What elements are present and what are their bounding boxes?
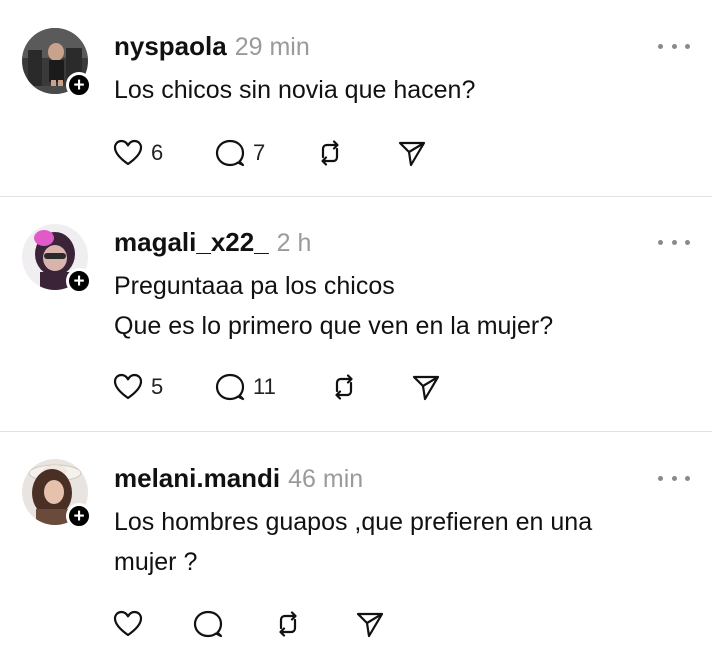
send-icon — [356, 612, 384, 638]
heart-icon — [113, 139, 143, 166]
repost-button[interactable] — [272, 607, 304, 641]
repost-icon — [335, 374, 353, 400]
username-row: nyspaola 29 min — [114, 31, 310, 62]
like-count: 5 — [151, 374, 164, 399]
username-row: melani.mandi 46 min — [114, 463, 363, 494]
plus-icon[interactable]: + — [66, 268, 92, 294]
avatar-wrap[interactable]: + — [22, 459, 92, 529]
repost-button[interactable] — [314, 136, 346, 170]
comment-bubble-icon — [193, 610, 223, 638]
more-options-icon[interactable] — [658, 237, 690, 247]
share-button[interactable] — [354, 607, 386, 641]
send-icon — [398, 141, 426, 167]
username[interactable]: melani.mandi — [114, 463, 280, 493]
action-bar — [112, 607, 392, 641]
action-bar: 5 11 — [112, 370, 452, 404]
reply-button[interactable]: 11 — [214, 370, 276, 404]
post-text: Los chicos sin novia que hacen? — [114, 76, 476, 104]
reply-button[interactable]: 7 — [214, 136, 265, 170]
reply-button[interactable] — [192, 607, 224, 641]
avatar-wrap[interactable]: + — [22, 28, 92, 98]
share-button[interactable] — [410, 370, 442, 404]
plus-icon[interactable]: + — [66, 72, 92, 98]
post-time: 46 min — [288, 465, 364, 493]
username-row: magali_x22_ 2 h — [114, 227, 311, 258]
like-count: 6 — [151, 140, 164, 165]
share-button[interactable] — [396, 136, 428, 170]
like-button[interactable]: 6 — [112, 136, 163, 170]
heart-icon — [113, 610, 143, 637]
post-text: Los hombres guapos ,que prefieren en una… — [114, 508, 593, 576]
reply-count: 7 — [253, 140, 266, 165]
avatar-wrap[interactable]: + — [22, 224, 92, 294]
thread-feed: + nyspaola 29 min Los chicos sin novia qu… — [0, 0, 712, 663]
post-time: 2 h — [276, 229, 312, 257]
reply-count: 11 — [253, 374, 276, 399]
more-options-icon[interactable] — [658, 41, 690, 51]
repost-icon — [279, 611, 297, 637]
username[interactable]: magali_x22_ — [114, 227, 269, 257]
send-icon — [412, 375, 440, 401]
post: + magali_x22_ 2 h Preguntaaa pa los chico… — [0, 197, 712, 431]
post-time: 29 min — [234, 33, 310, 61]
comment-bubble-icon — [215, 139, 245, 167]
action-bar: 6 7 — [112, 136, 442, 170]
heart-icon — [113, 373, 143, 400]
more-options-icon[interactable] — [658, 473, 690, 483]
repost-button[interactable] — [328, 370, 360, 404]
like-button[interactable] — [112, 607, 144, 641]
like-button[interactable]: 5 — [112, 370, 163, 404]
plus-icon[interactable]: + — [66, 503, 92, 529]
post: + melani.mandi 46 min Los hombres guapos … — [0, 432, 712, 663]
comment-bubble-icon — [215, 373, 245, 401]
post-text: Preguntaaa pa los chicos Que es lo prime… — [114, 272, 554, 340]
repost-icon — [321, 140, 339, 166]
username[interactable]: nyspaola — [114, 31, 227, 61]
post: + nyspaola 29 min Los chicos sin novia qu… — [0, 0, 712, 196]
